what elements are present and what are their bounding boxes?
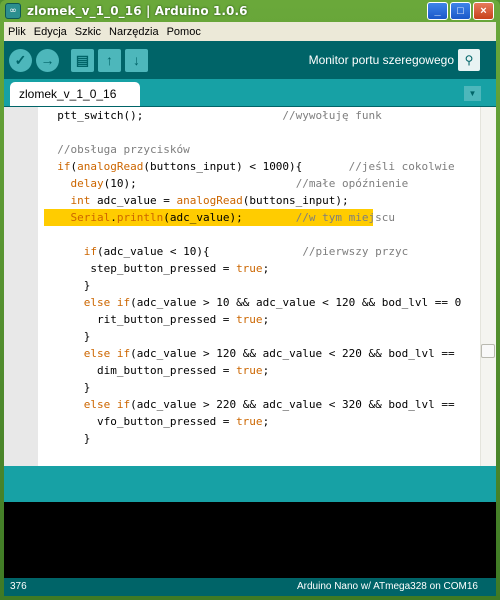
code-line[interactable]: 373 if(analogRead(buttons_input) < 1000)…	[44, 158, 480, 175]
close-button[interactable]: ×	[473, 2, 494, 20]
open-button[interactable]: ↑	[98, 48, 121, 72]
code-text: }	[44, 432, 91, 445]
code-text: if(adc_value < 10){ //pierwszy przyc	[83, 245, 409, 258]
code-line[interactable]: 388 vfo_button_pressed = true;	[44, 413, 480, 430]
verify-button[interactable]: ✓	[9, 48, 32, 72]
maximize-button[interactable]: □	[450, 2, 471, 20]
code-line[interactable]: 376 Serial.println(adc_value); //w tym m…	[44, 209, 480, 226]
code-line[interactable]: 384 else if(adc_value > 120 && adc_value…	[44, 345, 480, 362]
code-line[interactable]: 383 }	[44, 328, 480, 345]
window-controls: _ □ ×	[427, 2, 494, 20]
code-area[interactable]: 370 ptt_switch(); //wywołuję funk371372 …	[44, 107, 480, 470]
code-line[interactable]: 378 if(adc_value < 10){ //pierwszy przyc	[44, 243, 480, 260]
upload-button[interactable]: →	[36, 48, 59, 72]
code-line[interactable]: 382 rit_button_pressed = true;	[44, 311, 480, 328]
serial-monitor-button[interactable]: ⚲	[458, 49, 480, 71]
line-number-gutter	[4, 107, 38, 470]
code-line[interactable]: 377	[44, 226, 480, 243]
menu-narzedzia[interactable]: Narzędzia	[105, 26, 163, 38]
triangle-down-icon: ▼	[468, 89, 477, 98]
code-line[interactable]: 385 dim_button_pressed = true;	[44, 362, 480, 379]
scrollbar-thumb[interactable]	[481, 344, 495, 358]
application-window: ∞ zlomek_v_1_0_16 | Arduino 1.0.6 _ □ × …	[0, 0, 500, 600]
minimize-button[interactable]: _	[427, 2, 448, 20]
code-text: dim_button_pressed = true;	[44, 364, 270, 377]
tab-sketch[interactable]: zlomek_v_1_0_16	[10, 82, 140, 106]
up-arrow-icon: ↑	[106, 52, 113, 68]
code-text: }	[44, 279, 91, 292]
status-bar: 376 Arduino Nano w/ ATmega328 on COM16	[4, 578, 496, 596]
code-line[interactable]: 370 ptt_switch(); //wywołuję funk	[44, 107, 480, 124]
code-text: //obsługa przycisków	[57, 143, 190, 156]
menu-plik[interactable]: Plik	[4, 26, 30, 38]
code-text: }	[44, 330, 91, 343]
menu-edycja[interactable]: Edycja	[30, 26, 71, 38]
vertical-scrollbar[interactable]	[480, 107, 496, 470]
right-arrow-icon: →	[40, 52, 55, 68]
code-text: Serial.println(adc_value); //w tym miejs…	[70, 211, 396, 224]
code-text: ptt_switch(); //wywołuję funk	[44, 109, 382, 122]
code-text: int adc_value = analogRead(buttons_input…	[70, 194, 349, 207]
code-text: else if(adc_value > 10 && adc_value < 12…	[83, 296, 462, 309]
code-line[interactable]: 371	[44, 124, 480, 141]
toolbar: ✓ → ▤ ↑ ↓ Monitor portu szeregowego ⚲	[4, 41, 496, 79]
board-port-info: Arduino Nano w/ ATmega328 on COM16	[296, 581, 478, 592]
menu-pomoc[interactable]: Pomoc	[163, 26, 205, 38]
code-text: if(analogRead(buttons_input) < 1000){ //…	[57, 160, 455, 173]
code-line[interactable]: 375 int adc_value = analogRead(buttons_i…	[44, 192, 480, 209]
tab-menu-button[interactable]: ▼	[464, 86, 481, 101]
message-area	[4, 466, 496, 502]
code-line[interactable]: 381 else if(adc_value > 10 && adc_value …	[44, 294, 480, 311]
current-line-number: 376	[10, 581, 27, 592]
code-editor[interactable]: 370 ptt_switch(); //wywołuję funk371372 …	[4, 107, 496, 470]
code-text: step_button_pressed = true;	[44, 262, 270, 275]
arduino-app-icon: ∞	[5, 3, 21, 19]
save-button[interactable]: ↓	[125, 48, 148, 72]
down-arrow-icon: ↓	[133, 52, 140, 68]
magnifier-icon: ⚲	[464, 53, 474, 67]
tab-bar: zlomek_v_1_0_16 ▼	[4, 79, 496, 106]
title-bar[interactable]: ∞ zlomek_v_1_0_16 | Arduino 1.0.6 _ □ ×	[0, 0, 500, 22]
new-button[interactable]: ▤	[71, 48, 94, 72]
code-text: }	[44, 381, 91, 394]
code-text: else if(adc_value > 220 && adc_value < 3…	[83, 398, 455, 411]
menu-szkic[interactable]: Szkic	[71, 26, 105, 38]
new-file-icon: ▤	[75, 51, 90, 68]
code-line[interactable]: 374 delay(10); //małe opóźnienie	[44, 175, 480, 192]
code-text: vfo_button_pressed = true;	[44, 415, 270, 428]
code-line[interactable]: 380 }	[44, 277, 480, 294]
code-line[interactable]: 386 }	[44, 379, 480, 396]
serial-monitor-label: Monitor portu szeregowego	[308, 53, 454, 67]
code-line[interactable]: 379 step_button_pressed = true;	[44, 260, 480, 277]
code-line[interactable]: 387 else if(adc_value > 220 && adc_value…	[44, 396, 480, 413]
tab-label: zlomek_v_1_0_16	[19, 87, 117, 101]
code-line[interactable]: 389 }	[44, 430, 480, 447]
window-title: zlomek_v_1_0_16 | Arduino 1.0.6	[27, 4, 248, 18]
menu-bar: Plik Edycja Szkic Narzędzia Pomoc	[4, 22, 496, 41]
code-text: else if(adc_value > 120 && adc_value < 2…	[83, 347, 455, 360]
checkmark-icon: ✓	[14, 51, 27, 68]
code-text: rit_button_pressed = true;	[44, 313, 270, 326]
code-line[interactable]: 372 //obsługa przycisków	[44, 141, 480, 158]
client-area: Plik Edycja Szkic Narzędzia Pomoc ✓ → ▤ …	[4, 22, 496, 596]
code-text: delay(10); //małe opóźnienie	[70, 177, 409, 190]
console-output	[4, 502, 496, 578]
